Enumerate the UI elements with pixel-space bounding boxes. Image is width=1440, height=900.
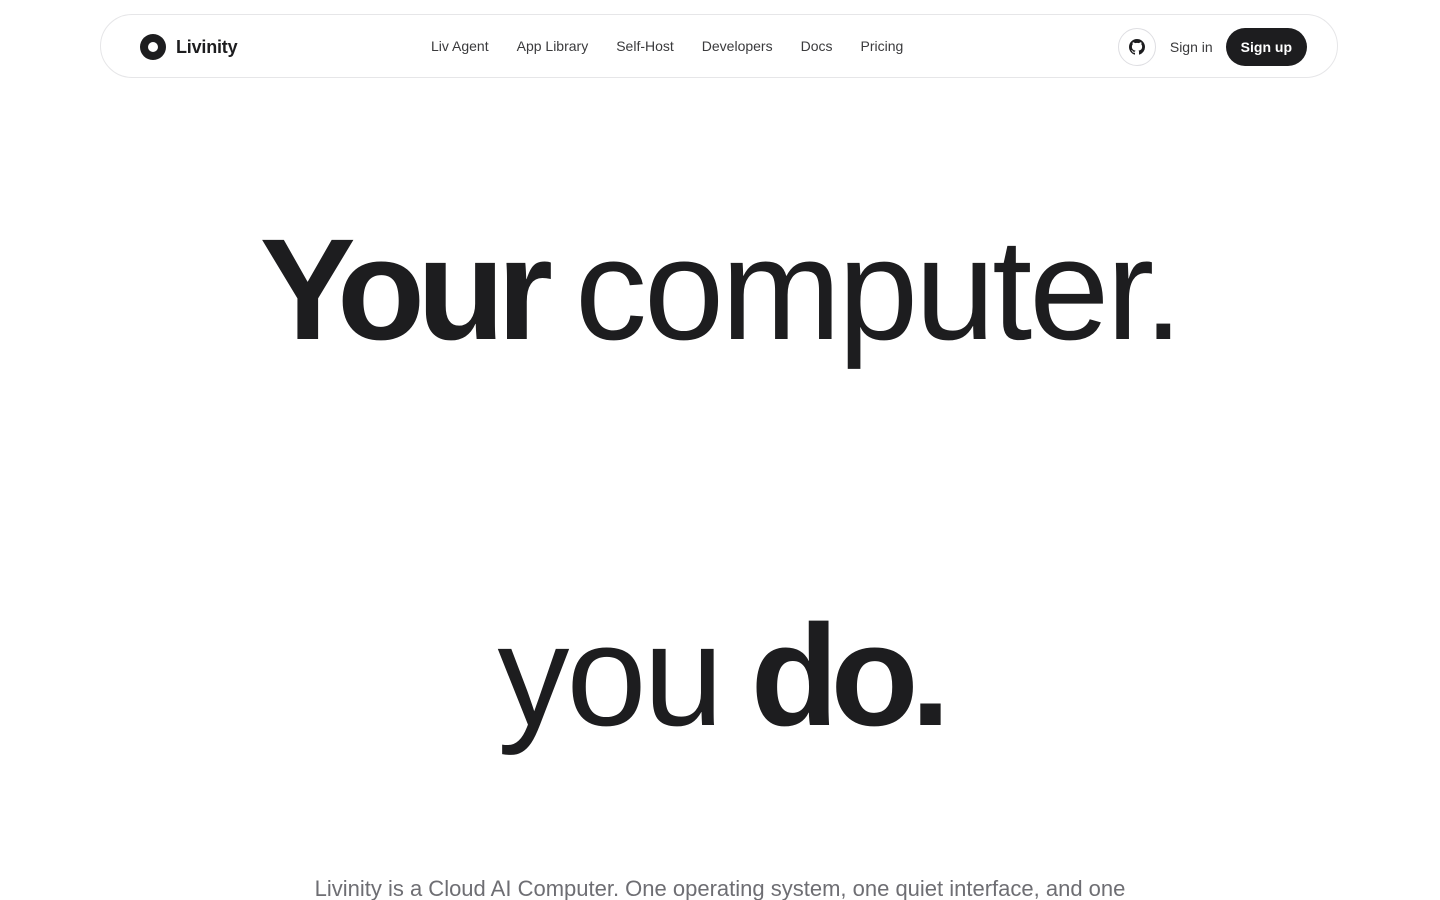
hero-word-you: you [497, 595, 723, 756]
nav-link-developers[interactable]: Developers [702, 38, 773, 54]
sign-in-link[interactable]: Sign in [1170, 39, 1213, 55]
brand-home-link[interactable]: Livinity [140, 33, 238, 61]
circle-logo-icon [140, 34, 166, 60]
hero-subtitle: Livinity is a Cloud AI Computer. One ope… [314, 876, 1126, 900]
main-nav: Liv Agent App Library Self-Host Develope… [431, 15, 903, 79]
hero-word-do: do. [750, 595, 951, 756]
nav-actions: Sign in Sign up [1117, 15, 1307, 79]
nav-link-docs[interactable]: Docs [801, 38, 833, 54]
sign-up-button[interactable]: Sign up [1225, 28, 1307, 66]
github-button[interactable] [1117, 28, 1156, 66]
nav-link-app-library[interactable]: App Library [517, 38, 589, 54]
nav-link-pricing[interactable]: Pricing [861, 38, 904, 54]
hero-headline-line-1: Your computer. [0, 218, 1440, 362]
top-navbar: Livinity Liv Agent App Library Self-Host… [100, 14, 1338, 78]
nav-link-self-host[interactable]: Self-Host [616, 38, 674, 54]
hero-word-your: Your [259, 209, 553, 370]
hero-headline-line-2: you do. [0, 604, 1440, 748]
github-icon [1128, 39, 1145, 55]
nav-link-liv-agent[interactable]: Liv Agent [431, 38, 489, 54]
landing-page: Livinity Liv Agent App Library Self-Host… [0, 0, 1440, 900]
brand-name: Livinity [176, 36, 238, 57]
hero-word-computer: computer. [575, 209, 1183, 370]
